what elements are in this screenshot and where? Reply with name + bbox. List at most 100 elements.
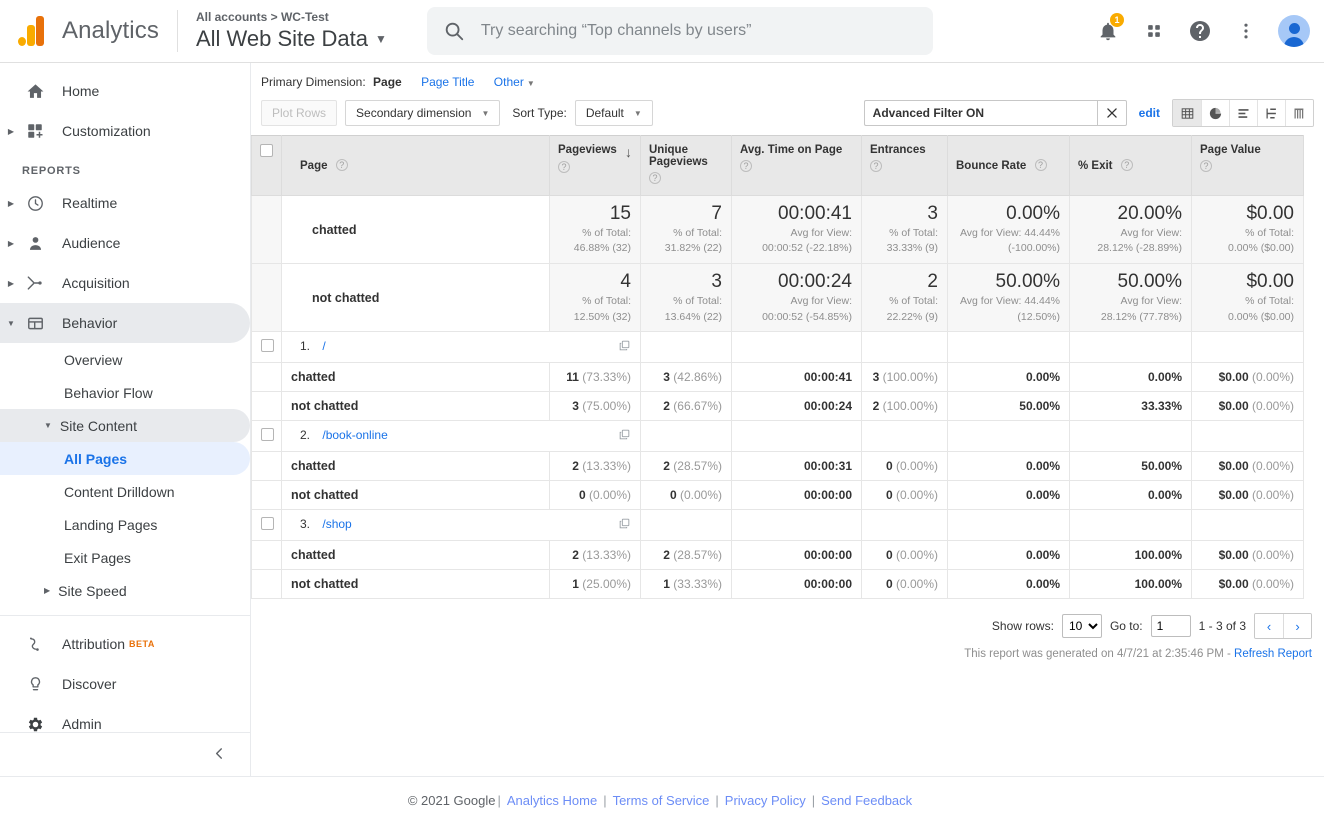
analytics-logo[interactable]	[0, 16, 62, 46]
percent: (42.86%)	[673, 370, 722, 385]
help-icon[interactable]: ?	[1200, 160, 1212, 172]
next-page-button[interactable]: ›	[1283, 614, 1311, 639]
page-path-link[interactable]: /	[322, 339, 325, 353]
value: 7	[711, 203, 722, 224]
search-box[interactable]	[426, 7, 933, 55]
page-path-link[interactable]: /book-online	[322, 428, 387, 442]
clear-filter-button[interactable]	[1096, 100, 1127, 126]
sidebar-item-home[interactable]: Home	[0, 71, 250, 111]
sidebar-item-exit-pages[interactable]: Exit Pages	[0, 541, 250, 574]
value: 3	[711, 271, 722, 293]
edit-filter-link[interactable]: edit	[1139, 106, 1160, 120]
sidebar-item-discover[interactable]: Discover	[0, 664, 250, 704]
summary-checkbox-cell	[251, 263, 282, 333]
sidebar-item-audience[interactable]: ▶ Audience	[0, 223, 250, 263]
avg-time-cell: 00:00:00	[731, 540, 862, 571]
help-icon[interactable]: ?	[335, 159, 348, 171]
main-content: Primary Dimension: Page Page Title Other…	[251, 63, 1324, 776]
help-icon[interactable]: ?	[649, 172, 661, 184]
open-in-new-icon[interactable]	[618, 428, 631, 444]
entrances-cell: 3 (100.00%)	[861, 362, 948, 393]
view-name-row[interactable]: All Web Site Data ▼	[196, 26, 387, 51]
table-view-icon[interactable]	[1173, 100, 1201, 126]
comparison-view-icon[interactable]	[1257, 100, 1285, 126]
sidebar-item-site-content[interactable]: ▼ Site Content	[0, 409, 250, 442]
pie-view-icon[interactable]	[1201, 100, 1229, 126]
primary-dimension-page-title[interactable]: Page Title	[421, 75, 474, 89]
row-checkbox[interactable]	[261, 428, 274, 442]
help-icon[interactable]: ?	[558, 161, 570, 173]
row-checkbox[interactable]	[261, 517, 274, 531]
sidebar-item-all-pages[interactable]: All Pages	[0, 442, 250, 475]
account-selector[interactable]: All accounts > WC-Test All Web Site Data…	[196, 10, 387, 51]
sort-desc-icon[interactable]: ↓	[625, 144, 632, 160]
footer-link-send-feedback[interactable]: Send Feedback	[821, 793, 912, 808]
sidebar-item-behavior-flow[interactable]: Behavior Flow	[0, 376, 250, 409]
apps-grid-button[interactable]	[1134, 11, 1174, 51]
secondary-dimension-button[interactable]: Secondary dimension ▼	[345, 100, 501, 126]
sidebar-item-acquisition[interactable]: ▶ Acquisition	[0, 263, 250, 303]
search-input[interactable]	[478, 21, 917, 41]
sidebar-collapse-button[interactable]	[0, 732, 250, 776]
footer-link-privacy-policy[interactable]: Privacy Policy	[725, 793, 806, 808]
sidebar-item-attribution[interactable]: Attribution BETA	[0, 624, 250, 664]
row-checkbox[interactable]	[261, 339, 274, 353]
column-header-bounce-rate[interactable]: Bounce Rate ?	[947, 135, 1070, 196]
help-icon[interactable]: ?	[1120, 159, 1133, 171]
column-header-exit-pct[interactable]: % Exit ?	[1069, 135, 1192, 196]
sidebar-item-content-drilldown[interactable]: Content Drilldown	[0, 475, 250, 508]
primary-dimension-selected[interactable]: Page	[373, 75, 402, 89]
rows-per-page-select[interactable]: 10	[1061, 614, 1102, 639]
refresh-report-link[interactable]: Refresh Report	[1234, 648, 1312, 660]
prev-page-button[interactable]: ‹	[1255, 614, 1283, 639]
column-header-avg-time-on-page[interactable]: Avg. Time on Page ?	[731, 135, 862, 196]
avatar-head-icon	[1288, 23, 1300, 34]
sidebar-item-landing-pages[interactable]: Landing Pages	[0, 508, 250, 541]
report-area: Primary Dimension: Page Page Title Other…	[251, 63, 1324, 776]
footer-link-terms-of-service[interactable]: Terms of Service	[613, 793, 710, 808]
sidebar-item-customization[interactable]: ▶ Customization	[0, 111, 250, 151]
sidebar-item-realtime[interactable]: ▶ Realtime	[0, 183, 250, 223]
help-icon[interactable]: ?	[870, 160, 882, 172]
primary-dimension-other[interactable]: Other ▼	[494, 75, 535, 89]
range-text: 1 - 3 of 3	[1198, 619, 1246, 634]
sidebar-item-behavior[interactable]: ▼ Behavior	[0, 303, 250, 343]
sidebar-item-site-speed[interactable]: ▶ Site Speed	[0, 574, 250, 607]
column-header-unique-pageviews[interactable]: Unique Pageviews ?	[640, 135, 732, 196]
notifications-button[interactable]: 1	[1088, 11, 1128, 51]
help-icon[interactable]: ?	[1034, 159, 1047, 171]
percent: (0.00%)	[1251, 577, 1294, 592]
open-in-new-icon[interactable]	[618, 339, 631, 355]
percent: (0.00%)	[895, 548, 938, 563]
goto-input[interactable]	[1150, 615, 1191, 638]
value: 4	[620, 271, 631, 293]
column-header-entrances[interactable]: Entrances ?	[861, 135, 948, 196]
pivot-view-icon[interactable]	[1285, 100, 1313, 126]
page-path-link[interactable]: /shop	[322, 517, 351, 531]
select-all-checkbox[interactable]	[260, 144, 273, 157]
percent: (0.00%)	[679, 488, 722, 503]
percent: (0.00%)	[1251, 488, 1294, 503]
open-in-new-icon[interactable]	[618, 517, 631, 533]
more-vert-button[interactable]	[1226, 11, 1266, 51]
help-button[interactable]	[1180, 11, 1220, 51]
row-index: 2.	[300, 428, 311, 443]
row-name: chatted	[281, 451, 550, 482]
sub-line-2: 12.50% (32)	[573, 310, 631, 323]
sub-line-1: % of Total:	[673, 226, 722, 239]
footer-link-analytics-home[interactable]: Analytics Home	[507, 793, 597, 808]
sort-type-button[interactable]: Default ▼	[574, 100, 653, 126]
column-header-pageviews[interactable]: Pageviews ? ↓	[549, 135, 641, 196]
sidebar-subitem-label: Overview	[64, 351, 123, 368]
column-header-page-value[interactable]: Page Value ?	[1191, 135, 1304, 196]
column-header-page[interactable]: Page ?	[281, 135, 550, 196]
logo-bar-mid-icon	[27, 25, 35, 46]
performance-view-icon[interactable]	[1229, 100, 1257, 126]
entrances-cell: 0 (0.00%)	[861, 540, 948, 571]
help-icon[interactable]: ?	[740, 160, 752, 172]
plot-rows-button[interactable]: Plot Rows	[261, 100, 338, 126]
avatar[interactable]	[1278, 15, 1310, 47]
sidebar-item-overview[interactable]: Overview	[0, 343, 250, 376]
advanced-filter-field[interactable]: Advanced Filter ON	[863, 100, 1097, 126]
notification-badge: 1	[1110, 13, 1124, 27]
